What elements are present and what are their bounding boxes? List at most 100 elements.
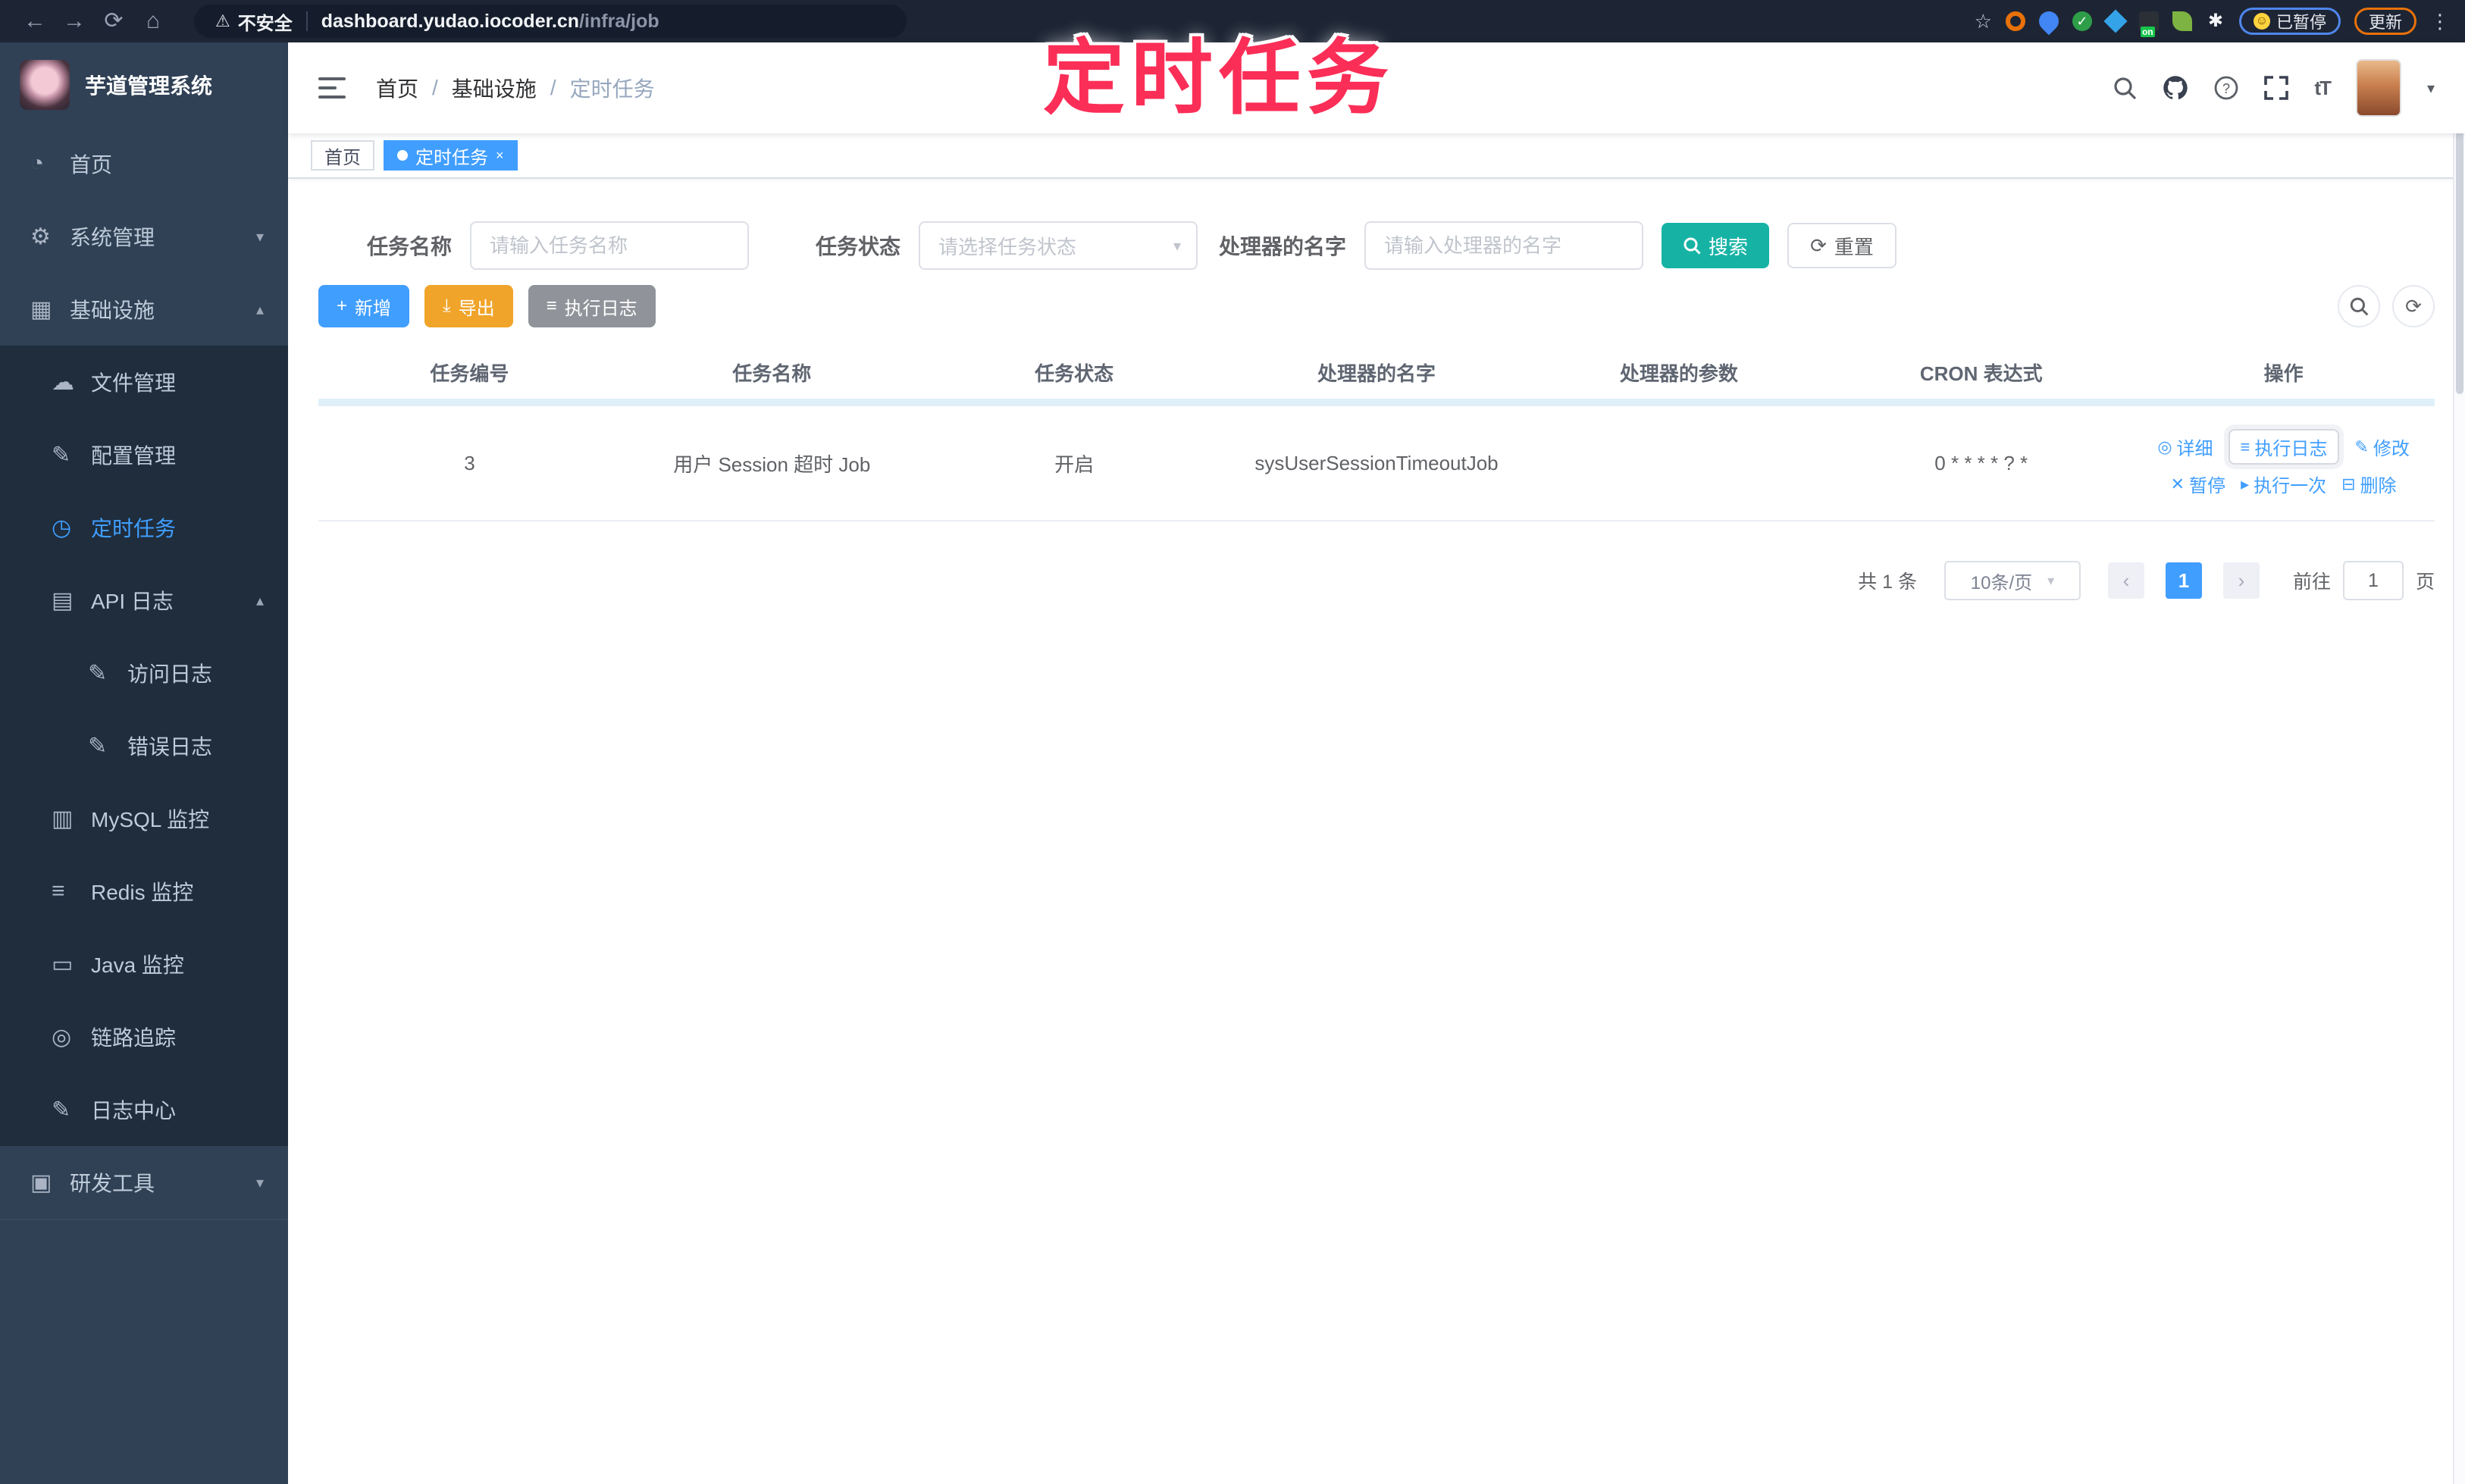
next-page-button[interactable]: › (2222, 562, 2260, 599)
pause-link[interactable]: ✕ 暂停 (2171, 471, 2225, 497)
col-header-handler-name: 处理器的名字 (1317, 362, 1436, 385)
browser-reload-icon[interactable]: ⟳ (94, 0, 133, 42)
user-menu-caret-icon[interactable]: ▾ (2427, 79, 2435, 98)
toggle-search-button[interactable] (2338, 285, 2380, 327)
exec-log-button[interactable]: ≡ 执行日志 (528, 285, 656, 327)
col-header-job-status: 任务状态 (1035, 362, 1114, 385)
page-title-watermark: 定时任务 (1043, 32, 1395, 124)
handler-name-text: sysUserSessionTimeoutJob (1254, 451, 1499, 474)
cell-job-name: 用户 Session 超时 Job (673, 452, 871, 476)
sidebar-item-home[interactable]: ◔ 首页 (0, 127, 288, 200)
add-button[interactable]: + 新增 (318, 285, 410, 327)
edit-link[interactable]: ✎ 修改 (2354, 434, 2409, 460)
tab-home[interactable]: 首页 (311, 140, 374, 171)
exec-log-button-label: 执行日志 (564, 298, 637, 319)
help-icon[interactable]: ? (2214, 76, 2238, 100)
reset-button-label: 重置 (1834, 235, 1874, 258)
delete-icon: ⊟ (2341, 474, 2356, 493)
browser-back-icon[interactable]: ← (15, 0, 55, 42)
goto-page-input[interactable] (2342, 561, 2404, 600)
app-title: 芋道管理系统 (85, 74, 213, 98)
prev-page-button[interactable]: ‹ (2107, 562, 2144, 599)
fullscreen-icon[interactable] (2264, 76, 2289, 100)
job-log-link[interactable]: ≡ 执行日志 (2228, 429, 2340, 465)
sidebar-item-infrastructure[interactable]: ▦ 基础设施 ▴ (0, 273, 288, 346)
breadcrumb-home[interactable]: 首页 (376, 73, 418, 103)
detail-link[interactable]: ◎ 详细 (2157, 434, 2213, 460)
address-bar[interactable]: ⚠ 不安全 dashboard.yudao.iocoder.cn /infra/… (194, 5, 907, 38)
page-1-button[interactable]: 1 (2165, 562, 2202, 599)
user-avatar[interactable] (2355, 59, 2401, 117)
job-status-label: 任务状态 (816, 235, 901, 258)
run-once-link[interactable]: ▸ 执行一次 (2241, 471, 2326, 497)
extension-icon[interactable] (2172, 11, 2192, 31)
sidebar-item-dev-tools[interactable]: ▣ 研发工具 ▾ (0, 1146, 288, 1219)
paused-extension-button[interactable]: ☺ 已暂停 (2238, 8, 2341, 35)
tab-scheduled-jobs[interactable]: 定时任务 × (384, 140, 518, 171)
chevron-up-icon: ▴ (255, 592, 264, 609)
close-icon[interactable]: × (496, 148, 504, 164)
plus-icon: + (337, 296, 348, 316)
vertical-scrollbar[interactable] (2453, 42, 2465, 1484)
sidebar-item-mysql-monitor[interactable]: ▥ MySQL 监控 (0, 782, 288, 855)
update-label: 更新 (2368, 13, 2402, 32)
pause-icon: ✕ (2170, 474, 2185, 493)
chevron-down-icon: ▾ (255, 228, 264, 246)
cell-job-id: 3 (464, 451, 475, 474)
sidebar-item-log-center[interactable]: ✎ 日志中心 (0, 1073, 288, 1146)
sidebar-item-trace[interactable]: ◎ 链路追踪 (0, 1000, 288, 1073)
search-button[interactable]: 搜索 (1662, 223, 1770, 268)
table-row: 3 用户 Session 超时 Job 开启 sysUserSessionTim… (318, 406, 2435, 521)
handler-name-input[interactable] (1364, 221, 1644, 270)
extension-icon[interactable] (2034, 7, 2063, 36)
font-size-icon[interactable]: tT (2314, 77, 2332, 100)
delete-link-label: 删除 (2360, 476, 2397, 496)
breadcrumb-infrastructure[interactable]: 基础设施 (452, 73, 537, 103)
update-button[interactable]: 更新 (2354, 8, 2416, 35)
sidebar-item-config-management[interactable]: ✎ 配置管理 (0, 418, 288, 491)
sidebar-item-label: 定时任务 (91, 517, 177, 540)
sidebar-collapse-icon[interactable] (318, 77, 346, 99)
sidebar-item-java-monitor[interactable]: ▭ Java 监控 (0, 928, 288, 1000)
bookmark-star-icon[interactable]: ☆ (1975, 10, 1992, 33)
col-header-handler-params: 处理器的参数 (1619, 362, 1738, 385)
extension-icon[interactable]: on (2138, 11, 2159, 37)
page-size-value: 10条/页 (1970, 572, 2033, 593)
search-icon (2350, 297, 2369, 316)
search-icon[interactable] (2113, 76, 2137, 100)
sidebar-item-error-logs[interactable]: ✎ 错误日志 (0, 709, 288, 782)
sidebar-item-label: 基础设施 (70, 299, 155, 322)
cloud-upload-icon: ☁ (52, 369, 74, 395)
extension-icon[interactable] (2103, 9, 2128, 33)
page-size-select[interactable]: 10条/页 ▾ (1943, 561, 2081, 600)
sidebar-item-api-logs[interactable]: ▤ API 日志 ▴ (0, 564, 288, 637)
sidebar-item-system-management[interactable]: ⚙ 系统管理 ▾ (0, 200, 288, 273)
sidebar-item-access-logs[interactable]: ✎ 访问日志 (0, 637, 288, 709)
sidebar-item-redis-monitor[interactable]: ≡ Redis 监控 (0, 855, 288, 928)
browser-forward-icon[interactable]: → (55, 0, 94, 42)
browser-menu-dots-icon[interactable]: ⋮ (2430, 10, 2450, 33)
chevron-up-icon: ▴ (255, 301, 264, 318)
extension-icon[interactable]: ✱ (2206, 11, 2225, 31)
refresh-icon: ⟳ (1810, 233, 1827, 257)
export-button-label: 导出 (458, 298, 495, 319)
edit-icon: ✎ (2354, 437, 2369, 456)
extension-icon[interactable]: ✓ (2072, 11, 2092, 31)
export-button[interactable]: ⤓ 导出 (424, 285, 513, 327)
job-name-input[interactable] (470, 221, 750, 270)
refresh-table-button[interactable]: ⟳ (2392, 285, 2435, 327)
delete-link[interactable]: ⊟ 删除 (2341, 471, 2396, 497)
add-button-label: 新增 (355, 298, 392, 319)
refresh-icon: ⟳ (2405, 294, 2422, 318)
reset-button[interactable]: ⟳ 重置 (1787, 223, 1897, 268)
eye-icon: ◎ (2157, 437, 2172, 456)
job-status-select[interactable]: 请选择任务状态 ▾ (919, 221, 1198, 270)
sidebar-item-scheduled-jobs[interactable]: ◷ 定时任务 (0, 491, 288, 564)
search-form: 任务名称 任务状态 请选择任务状态 ▾ 处理器的名字 搜索 (367, 221, 2435, 270)
sidebar-item-label: 链路追踪 (91, 1026, 177, 1050)
browser-home-icon[interactable]: ⌂ (133, 0, 173, 42)
search-button-label: 搜索 (1709, 235, 1749, 258)
github-icon[interactable] (2163, 75, 2188, 101)
extension-icon[interactable] (2005, 11, 2025, 31)
sidebar-item-file-management[interactable]: ☁ 文件管理 (0, 346, 288, 418)
